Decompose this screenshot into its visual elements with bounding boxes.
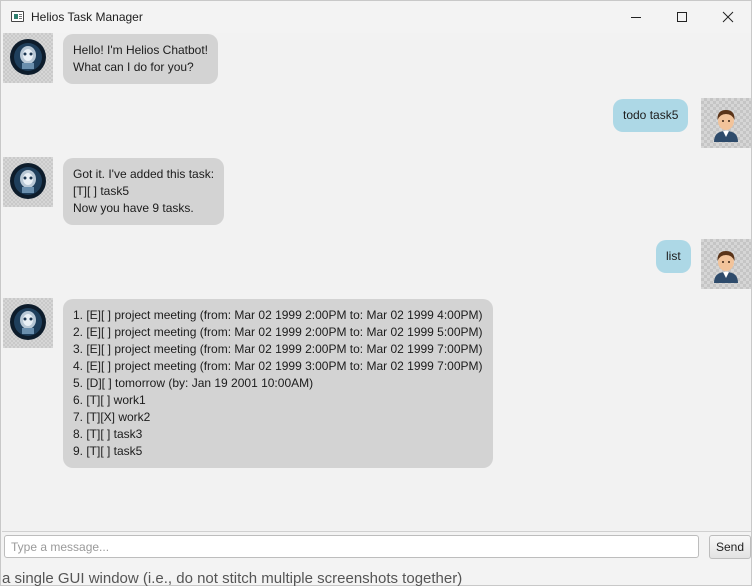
- bot-message-bubble: Got it. I've added this task: [T][ ] tas…: [63, 158, 225, 225]
- maximize-icon: [677, 12, 687, 22]
- message-input[interactable]: [4, 535, 699, 558]
- send-button[interactable]: Send: [709, 535, 751, 559]
- robot-avatar-icon: [3, 298, 53, 348]
- task-list-item: 1. [E][ ] project meeting (from: Mar 02 …: [73, 308, 483, 322]
- person-avatar-icon: [701, 98, 751, 148]
- chat-scroll-area[interactable]: Hello! I'm Helios Chatbot! What can I do…: [2, 33, 751, 531]
- message-line: Got it. I've added this task:: [73, 167, 215, 181]
- task-list-item: 8. [T][ ] task3: [73, 427, 143, 441]
- bot-message-bubble: 1. [E][ ] project meeting (from: Mar 02 …: [63, 299, 493, 468]
- user-message-bubble: list: [656, 240, 691, 273]
- person-avatar-icon: [701, 239, 751, 289]
- app-window-icon: [11, 11, 24, 22]
- maximize-button[interactable]: [659, 1, 705, 33]
- user-message-bubble: todo task5: [613, 99, 689, 132]
- message-line: list: [666, 249, 681, 263]
- app-window: Helios Task Manager Hello! I'm Helios Ch…: [0, 0, 752, 586]
- message-line: What can I do for you?: [73, 60, 194, 74]
- task-list-item: 9. [T][ ] task5: [73, 444, 143, 458]
- background-page-text: a single GUI window (i.e., do not stitch…: [2, 570, 463, 586]
- task-list-item: 2. [E][ ] project meeting (from: Mar 02 …: [73, 325, 483, 339]
- task-list-item: 5. [D][ ] tomorrow (by: Jan 19 2001 10:0…: [73, 376, 314, 390]
- task-list-item: 6. [T][ ] work1: [73, 393, 146, 407]
- close-button[interactable]: [705, 1, 751, 33]
- message-line: todo task5: [623, 108, 679, 122]
- minimize-icon: [631, 17, 641, 18]
- message-line: Hello! I'm Helios Chatbot!: [73, 43, 209, 57]
- task-list-item: 3. [E][ ] project meeting (from: Mar 02 …: [73, 342, 483, 356]
- message-line: [T][ ] task5: [73, 184, 130, 198]
- robot-avatar-icon: [3, 157, 53, 207]
- task-list-item: 7. [T][X] work2: [73, 410, 151, 424]
- task-list-item: 4. [E][ ] project meeting (from: Mar 02 …: [73, 359, 483, 373]
- bot-message-bubble: Hello! I'm Helios Chatbot! What can I do…: [63, 34, 219, 84]
- close-icon: [722, 11, 734, 23]
- message-line: Now you have 9 tasks.: [73, 201, 194, 215]
- title-bar[interactable]: Helios Task Manager: [1, 1, 751, 33]
- minimize-button[interactable]: [613, 1, 659, 33]
- window-title: Helios Task Manager: [31, 10, 143, 24]
- robot-avatar-icon: [3, 33, 53, 83]
